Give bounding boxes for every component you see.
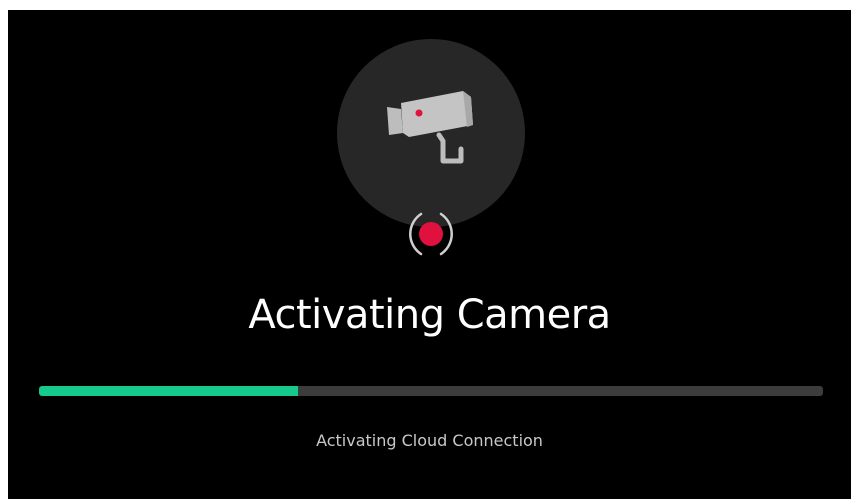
record-indicator-icon [409, 212, 453, 256]
camera-badge [337, 39, 525, 227]
progress-bar [39, 386, 823, 396]
status-text: Activating Cloud Connection [316, 431, 543, 450]
security-camera-icon [387, 91, 473, 164]
activation-screen: Activating Camera Activating Cloud Conne… [8, 10, 851, 499]
progress-fill [39, 386, 298, 396]
page-title: Activating Camera [248, 292, 611, 338]
